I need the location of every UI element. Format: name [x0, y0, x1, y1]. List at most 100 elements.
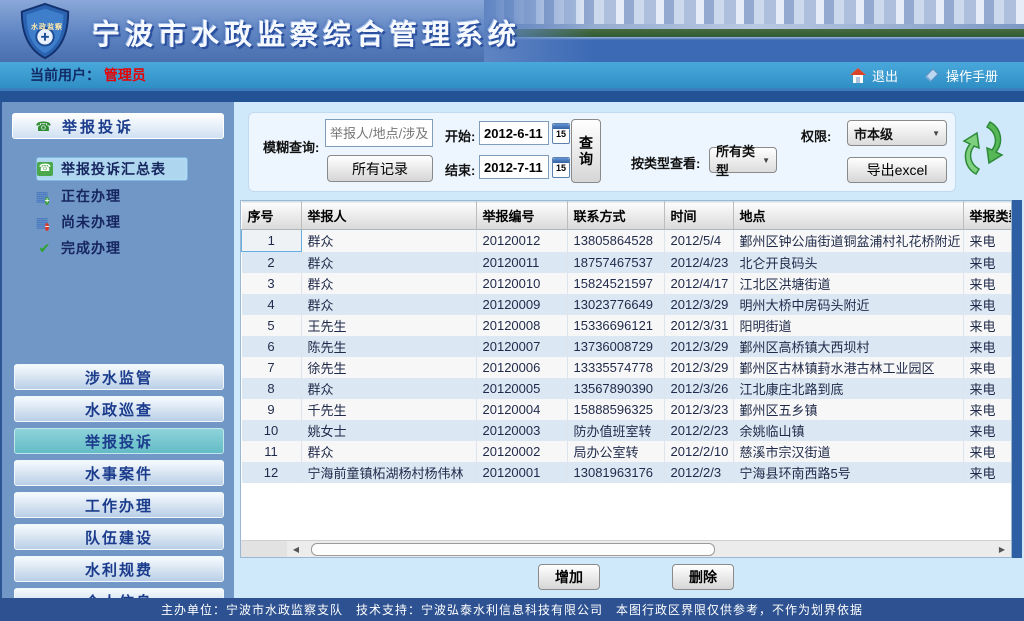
sidebar-item-label: 尚未办理	[61, 212, 121, 232]
table-cell: 2012/2/3	[664, 462, 733, 483]
table-cell: 群众	[301, 294, 476, 315]
column-header[interactable]: 序号	[242, 202, 302, 230]
table-cell: 江北康庄北路到底	[733, 378, 963, 399]
table-cell: 20120011	[476, 252, 567, 274]
table-cell: 来电	[963, 378, 1011, 399]
table-row[interactable]: 8群众20120005135678903902012/3/26江北康庄北路到底来…	[242, 378, 1012, 399]
horizontal-scrollbar[interactable]: ◀ ▶	[241, 540, 1011, 557]
column-header[interactable]: 时间	[664, 202, 733, 230]
sidebar-section-title: 举报投诉	[62, 116, 134, 137]
table-row[interactable]: 9千先生20120004158885963252012/3/23鄞州区五乡镇来电	[242, 399, 1012, 420]
table-row[interactable]: 1群众20120012138058645282012/5/4鄞州区钟公庙街道铜盆…	[242, 230, 1012, 252]
table-cell: 姚女士	[301, 420, 476, 441]
check-icon	[36, 241, 53, 256]
city-photo	[484, 0, 1024, 62]
table-cell: 江北区洪塘街道	[733, 273, 963, 294]
end-calendar-icon[interactable]: 15	[552, 157, 570, 178]
end-date-input[interactable]	[479, 155, 549, 179]
book-icon	[924, 68, 940, 83]
type-filter-label: 按类型查看:	[631, 153, 700, 172]
add-button[interactable]: 增加	[538, 564, 600, 590]
table-row[interactable]: 2群众20120011187574675372012/4/23北仑开良码头来电	[242, 252, 1012, 274]
table-cell: 8	[242, 378, 302, 399]
table-cell: 2012/3/26	[664, 378, 733, 399]
fuzzy-search-input[interactable]	[325, 119, 433, 147]
table-cell: 局办公室转	[567, 441, 664, 462]
table-cell: 9	[242, 399, 302, 420]
sidebar-menu-item[interactable]: 工作办理	[14, 492, 224, 518]
sidebar-item[interactable]: 完成办理	[36, 237, 186, 259]
table-cell: 来电	[963, 230, 1011, 252]
table-row[interactable]: 12宁海前童镇柘湖杨村杨伟林20120001130819631762012/2/…	[242, 462, 1012, 483]
column-header[interactable]: 联系方式	[567, 202, 664, 230]
sidebar-item[interactable]: 举报投诉汇总表	[36, 157, 188, 181]
column-header[interactable]: 举报人	[301, 202, 476, 230]
table-cell: 3	[242, 273, 302, 294]
report-table: 序号举报人举报编号联系方式时间地点举报类型涉及水域 1群众20120012138…	[241, 201, 1011, 483]
sidebar-menu-item[interactable]: 涉水监管	[14, 364, 224, 390]
column-header[interactable]: 举报编号	[476, 202, 567, 230]
sidebar-item[interactable]: 尚未办理	[36, 211, 186, 233]
table-cell: 群众	[301, 441, 476, 462]
table-cell: 2012/3/29	[664, 357, 733, 378]
table-row[interactable]: 6陈先生20120007137360087292012/3/29鄞州区高桥镇大西…	[242, 336, 1012, 357]
table-cell: 15888596325	[567, 399, 664, 420]
table-cell: 阳明街道	[733, 315, 963, 336]
table-cell: 防办值班室转	[567, 420, 664, 441]
table-cell: 慈溪市宗汉街道	[733, 441, 963, 462]
table-row[interactable]: 7徐先生20120006133355747782012/3/29鄞州区古林镇葑水…	[242, 357, 1012, 378]
table-cell: 群众	[301, 252, 476, 274]
sidebar-menu-item[interactable]: 水政巡查	[14, 396, 224, 422]
scroll-left-arrow-icon[interactable]: ◀	[289, 542, 303, 556]
table-cell: 4	[242, 294, 302, 315]
actions-bar: 增加 删除	[236, 564, 1022, 592]
type-select[interactable]: 所有类型 ▼	[709, 147, 777, 173]
table-add-icon	[36, 189, 53, 204]
table-cell: 2012/4/17	[664, 273, 733, 294]
table-row[interactable]: 10姚女士20120003防办值班室转2012/2/23余姚临山镇来电余姚新奄	[242, 420, 1012, 441]
main-content: 模糊查询: 所有记录 开始: 15 结束: 15 查询 按类型查看: 所有类型 …	[236, 102, 1024, 598]
table-row[interactable]: 5王先生20120008153366961212012/3/31阳明街道来电	[242, 315, 1012, 336]
table-cell: 群众	[301, 378, 476, 399]
sidebar-menu-selected[interactable]: 举报投诉	[14, 428, 224, 454]
table-cell: 20120007	[476, 336, 567, 357]
sidebar-item[interactable]: 正在办理	[36, 185, 186, 207]
table-cell: 来电	[963, 441, 1011, 462]
sidebar-menu-item[interactable]: 水事案件	[14, 460, 224, 486]
table-row[interactable]: 11群众20120002局办公室转2012/2/10慈溪市宗汉街道来电	[242, 441, 1012, 462]
scrollbar-thumb[interactable]	[311, 543, 715, 556]
end-date-label: 结束:	[445, 160, 475, 179]
query-button[interactable]: 查询	[571, 119, 601, 183]
manual-button[interactable]: 操作手册	[924, 66, 998, 85]
all-records-button[interactable]: 所有记录	[327, 155, 433, 182]
start-date-label: 开始:	[445, 126, 475, 145]
table-cell: 13736008729	[567, 336, 664, 357]
sidebar-menu-item[interactable]: 队伍建设	[14, 524, 224, 550]
column-header[interactable]: 举报类型	[963, 202, 1011, 230]
table-cell: 2012/3/29	[664, 336, 733, 357]
scroll-right-arrow-icon[interactable]: ▶	[995, 542, 1009, 556]
table-cell: 来电	[963, 420, 1011, 441]
sidebar-menu-item[interactable]: 水利规费	[14, 556, 224, 582]
delete-button[interactable]: 删除	[672, 564, 734, 590]
phone-icon	[35, 119, 52, 134]
table-cell: 来电	[963, 294, 1011, 315]
sidebar-item-label: 完成办理	[61, 238, 121, 258]
start-calendar-icon[interactable]: 15	[552, 123, 570, 144]
table-row[interactable]: 4群众20120009130237766492012/3/29明州大桥中房码头附…	[242, 294, 1012, 315]
logout-button[interactable]: 退出	[850, 66, 898, 85]
refresh-icon[interactable]	[962, 116, 1004, 180]
chevron-down-icon: ▼	[762, 156, 770, 165]
table-cell: 千先生	[301, 399, 476, 420]
table-cell: 2	[242, 252, 302, 274]
table-cell: 20120005	[476, 378, 567, 399]
table-row[interactable]: 3群众20120010158245215972012/4/17江北区洪塘街道来电…	[242, 273, 1012, 294]
permission-select[interactable]: 市本级 ▼	[847, 120, 947, 146]
column-header[interactable]: 地点	[733, 202, 963, 230]
table-cell: 13567890390	[567, 378, 664, 399]
current-user-name: 管理员	[104, 67, 146, 83]
export-excel-button[interactable]: 导出excel	[847, 157, 947, 183]
grid-right-edge	[1012, 200, 1022, 558]
start-date-input[interactable]	[479, 121, 549, 145]
table-cell: 20120012	[476, 230, 567, 252]
